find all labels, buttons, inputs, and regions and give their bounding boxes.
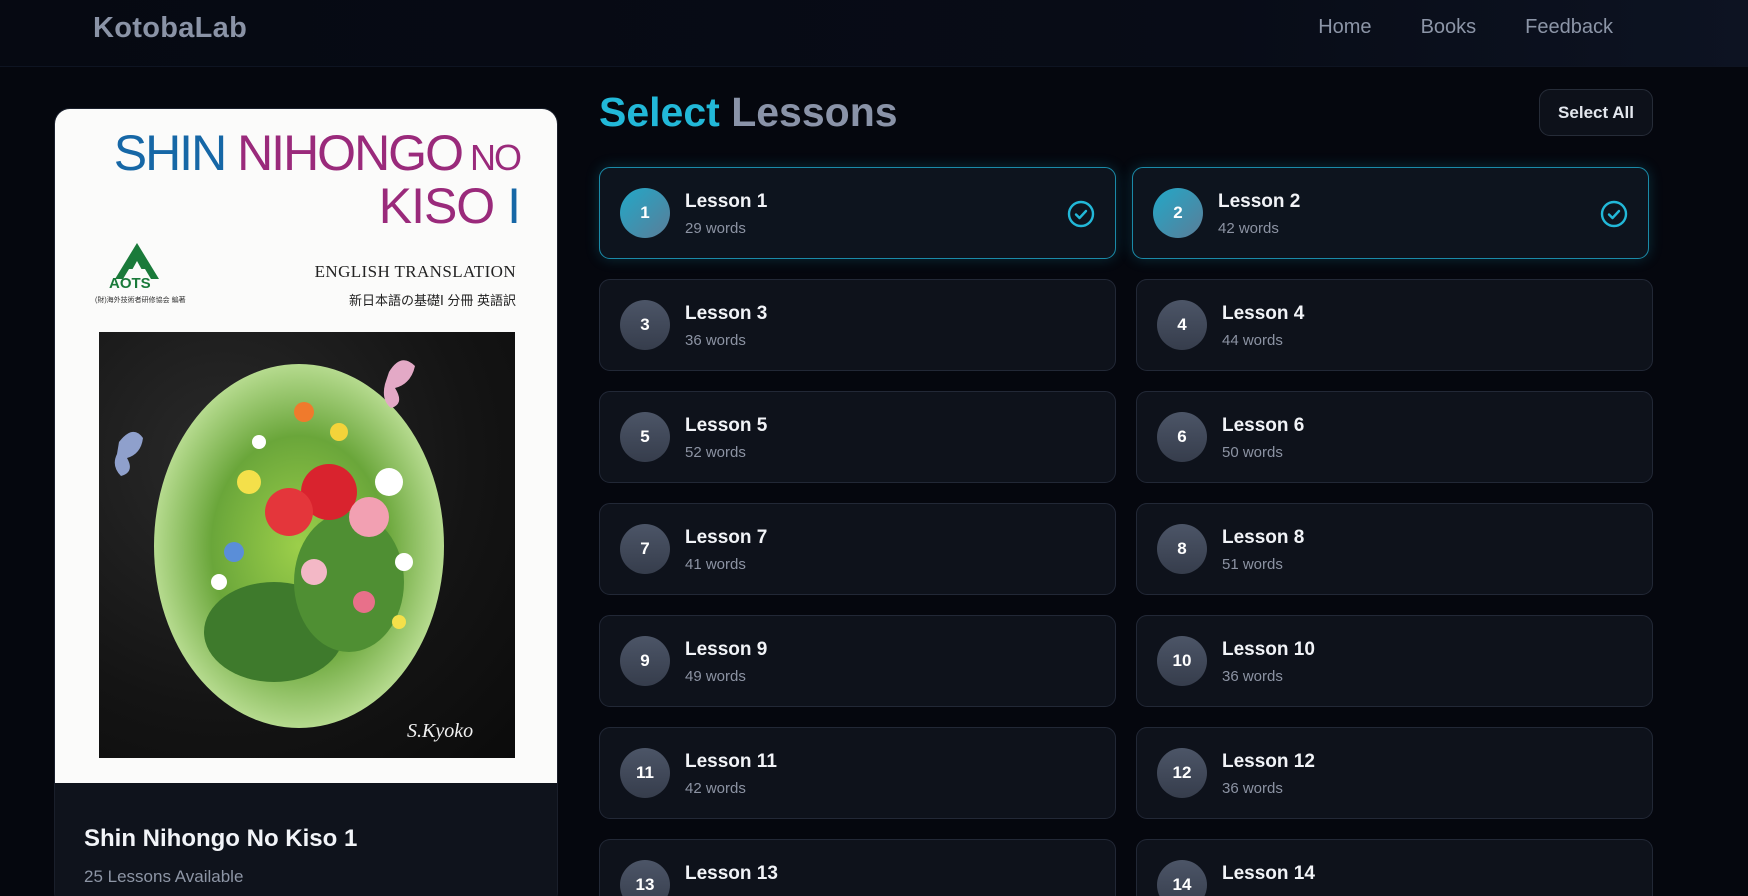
lesson-number-badge: 3 [620, 300, 670, 350]
lesson-number-badge: 9 [620, 636, 670, 686]
page-title-part2: Lessons [719, 89, 898, 135]
lesson-card-6[interactable]: 6 Lesson 6 50 words [1136, 391, 1653, 483]
lesson-name: Lesson 13 [685, 863, 778, 884]
lesson-word-count: 36 words [685, 332, 746, 349]
lessons-available-count: 25 Lessons Available [84, 867, 244, 886]
lesson-word-count: 42 words [1218, 220, 1279, 237]
lesson-name: Lesson 9 [685, 639, 768, 660]
book-card: SHIN NIHONGO NO KISO I AOTS (財)海外技術者研修協会… [54, 108, 558, 896]
page-title-part1: Select [599, 89, 720, 135]
lesson-word-count: 41 words [685, 556, 746, 573]
cover-subtitle-jp: 新日本語の基礎Ⅰ 分冊 英語訳 [348, 293, 516, 308]
lesson-card-5[interactable]: 5 Lesson 5 52 words [599, 391, 1116, 483]
lesson-word-count: 51 words [1222, 556, 1283, 573]
lesson-number-badge: 4 [1157, 300, 1207, 350]
lesson-name: Lesson 10 [1222, 639, 1315, 660]
lesson-name: Lesson 8 [1222, 527, 1305, 548]
lesson-card-4[interactable]: 4 Lesson 4 44 words [1136, 279, 1653, 371]
lesson-name: Lesson 5 [685, 415, 768, 436]
top-navbar: KotobaLab Home Books Feedback [0, 0, 1748, 67]
lesson-card-13[interactable]: 13 Lesson 13 [599, 839, 1116, 896]
lesson-word-count: 44 words [1222, 332, 1283, 349]
lesson-name: Lesson 11 [685, 751, 777, 772]
lesson-number-badge: 1 [620, 188, 670, 238]
lesson-card-8[interactable]: 8 Lesson 8 51 words [1136, 503, 1653, 595]
select-all-button[interactable]: Select All [1539, 89, 1653, 136]
lesson-card-7[interactable]: 7 Lesson 7 41 words [599, 503, 1116, 595]
lesson-name: Lesson 1 [685, 191, 768, 212]
lesson-card-1[interactable]: 1 Lesson 1 29 words [599, 167, 1116, 259]
lesson-number-badge: 10 [1157, 636, 1207, 686]
lesson-word-count: 52 words [685, 444, 746, 461]
nav-links: Home Books Feedback [1318, 16, 1613, 39]
check-circle-icon [1067, 200, 1095, 228]
lesson-number-badge: 11 [620, 748, 670, 798]
check-circle-icon [1600, 200, 1628, 228]
lesson-number-badge: 2 [1153, 188, 1203, 238]
lesson-card-9[interactable]: 9 Lesson 9 49 words [599, 615, 1116, 707]
nav-link-home[interactable]: Home [1318, 16, 1371, 39]
lesson-name: Lesson 7 [685, 527, 768, 548]
lesson-number-badge: 13 [620, 860, 670, 896]
lesson-number-badge: 12 [1157, 748, 1207, 798]
lesson-card-12[interactable]: 12 Lesson 12 36 words [1136, 727, 1653, 819]
lesson-card-3[interactable]: 3 Lesson 3 36 words [599, 279, 1116, 371]
nav-link-feedback[interactable]: Feedback [1525, 16, 1613, 39]
lesson-name: Lesson 6 [1222, 415, 1305, 436]
lesson-name: Lesson 2 [1218, 191, 1301, 212]
lesson-number-badge: 5 [620, 412, 670, 462]
lesson-card-14[interactable]: 14 Lesson 14 [1136, 839, 1653, 896]
lesson-number-badge: 8 [1157, 524, 1207, 574]
lesson-word-count: 50 words [1222, 444, 1283, 461]
lesson-card-11[interactable]: 11 Lesson 11 42 words [599, 727, 1116, 819]
cover-subtitle-en: ENGLISH TRANSLATION [314, 262, 516, 281]
lesson-number-badge: 7 [620, 524, 670, 574]
svg-text:S.Kyoko: S.Kyoko [407, 720, 473, 742]
lesson-word-count: 42 words [685, 780, 746, 797]
lesson-word-count: 49 words [685, 668, 746, 685]
lesson-word-count: 36 words [1222, 668, 1283, 685]
lesson-name: Lesson 12 [1222, 751, 1315, 772]
brand-logo[interactable]: KotobaLab [93, 12, 247, 45]
lesson-card-2[interactable]: 2 Lesson 2 42 words [1132, 167, 1649, 259]
page-title: Select Lessons [599, 89, 898, 136]
publisher-logo-text: AOTS [109, 275, 151, 292]
lesson-number-badge: 6 [1157, 412, 1207, 462]
cover-title-line2: KISO I [378, 178, 521, 234]
flower-painting-image: S.Kyoko [99, 332, 515, 758]
lesson-name: Lesson 14 [1222, 863, 1315, 884]
lesson-name: Lesson 4 [1222, 303, 1305, 324]
lesson-name: Lesson 3 [685, 303, 768, 324]
book-title: Shin Nihongo No Kiso 1 [84, 825, 358, 852]
cover-title-line1: SHIN NIHONGO NO [113, 125, 522, 181]
publisher-name: (財)海外技術者研修協会 編著 [95, 297, 186, 304]
lesson-card-10[interactable]: 10 Lesson 10 36 words [1136, 615, 1653, 707]
lesson-word-count: 36 words [1222, 780, 1283, 797]
lesson-word-count: 29 words [685, 220, 746, 237]
book-info-panel: Shin Nihongo No Kiso 1 25 Lessons Availa… [55, 783, 557, 896]
nav-link-books[interactable]: Books [1421, 16, 1477, 39]
book-cover-image: SHIN NIHONGO NO KISO I AOTS (財)海外技術者研修協会… [55, 109, 557, 783]
lesson-number-badge: 14 [1157, 860, 1207, 896]
